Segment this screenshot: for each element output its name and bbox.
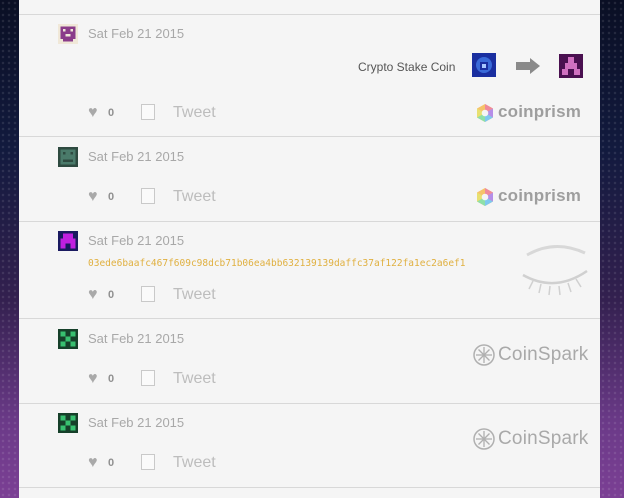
- arrow-right-icon: [516, 58, 540, 74]
- feed-post: Sat Feb 21 2015 03ede6baafc467f609c98dcb…: [19, 221, 600, 319]
- coinprism-logo-icon: [477, 103, 493, 122]
- select-checkbox[interactable]: [141, 286, 155, 302]
- heart-icon[interactable]: ♥: [88, 370, 98, 388]
- asset-icon[interactable]: [472, 53, 496, 77]
- select-checkbox[interactable]: [141, 370, 155, 386]
- like-count: 0: [108, 457, 115, 469]
- feed-post: [19, 0, 600, 15]
- like-count: 0: [108, 191, 115, 203]
- user-avatar-icon[interactable]: [58, 231, 78, 251]
- user-avatar-icon[interactable]: [58, 413, 78, 433]
- post-date: Sat Feb 21 2015: [88, 415, 185, 430]
- post-date: Sat Feb 21 2015: [88, 26, 185, 41]
- brand-label: coinprism: [498, 102, 582, 121]
- user-avatar-icon[interactable]: [58, 147, 78, 167]
- select-checkbox[interactable]: [141, 188, 155, 204]
- tweet-link[interactable]: Tweet: [173, 454, 216, 472]
- tweet-link[interactable]: Tweet: [173, 370, 216, 388]
- like-count: 0: [108, 107, 115, 119]
- coinprism-brand[interactable]: coinprism: [475, 186, 581, 207]
- brand-label: coinprism: [498, 186, 582, 205]
- brand-label: CoinSpark: [498, 344, 589, 366]
- heart-icon[interactable]: ♥: [88, 286, 98, 304]
- feed-post: Sat Feb 21 2015 ♥ 0 Tweet CoinSpark: [19, 319, 600, 404]
- feed-post: Sat Feb 21 2015 Crypto Stake Coin ♥ 0 Tw…: [19, 14, 600, 137]
- coinprism-logo-icon: [477, 187, 493, 206]
- heart-icon[interactable]: ♥: [88, 104, 98, 122]
- heart-icon[interactable]: ♥: [88, 188, 98, 206]
- tweet-link[interactable]: Tweet: [173, 286, 216, 304]
- like-count: 0: [108, 373, 115, 385]
- user-avatar-icon[interactable]: [58, 329, 78, 349]
- like-count: 0: [108, 289, 115, 301]
- feed-post: Sat Feb 21 2015 ♥ 0 Tweet CoinSpark: [19, 403, 600, 488]
- transaction-hash[interactable]: 03ede6baafc467f609c98dcb71b06ea4bb632139…: [88, 258, 466, 269]
- coinprism-brand[interactable]: coinprism: [475, 102, 581, 123]
- recipient-avatar-icon[interactable]: [559, 54, 583, 78]
- tweet-link[interactable]: Tweet: [173, 188, 216, 206]
- brand-label: CoinSpark: [498, 428, 589, 450]
- eye-closed-icon: [522, 245, 588, 296]
- asset-name[interactable]: Crypto Stake Coin: [358, 60, 455, 74]
- select-checkbox[interactable]: [141, 454, 155, 470]
- coinspark-logo-icon: [473, 344, 495, 366]
- post-date: Sat Feb 21 2015: [88, 149, 185, 164]
- feed-post: Sat Feb 21 2015 ♥ 0 Tweet coinprism: [19, 137, 600, 222]
- post-date: Sat Feb 21 2015: [88, 233, 185, 248]
- coinspark-logo-icon: [473, 428, 495, 450]
- heart-icon[interactable]: ♥: [88, 454, 98, 472]
- tweet-link[interactable]: Tweet: [173, 104, 216, 122]
- user-avatar-icon[interactable]: [58, 24, 78, 44]
- select-checkbox[interactable]: [141, 104, 155, 120]
- coinspark-brand[interactable]: CoinSpark: [473, 428, 589, 450]
- post-date: Sat Feb 21 2015: [88, 331, 185, 346]
- coinspark-brand[interactable]: CoinSpark: [473, 344, 589, 366]
- feed: Sat Feb 21 2015 Crypto Stake Coin ♥ 0 Tw…: [19, 0, 600, 498]
